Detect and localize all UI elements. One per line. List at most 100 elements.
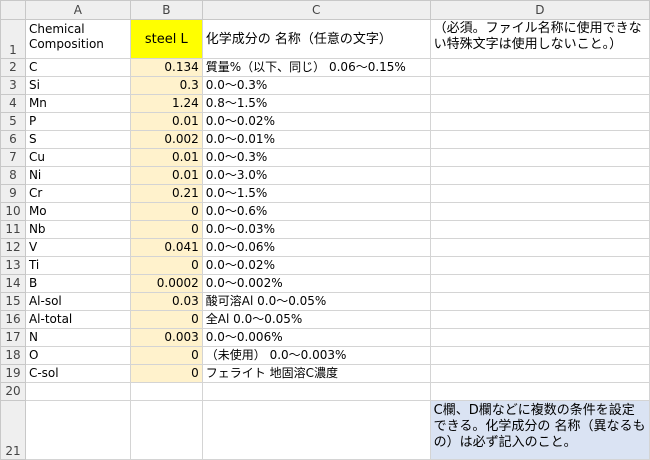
- cell-value[interactable]: 0.041: [129, 238, 203, 257]
- cell-value[interactable]: 0.03: [129, 292, 203, 311]
- cell-range[interactable]: 全Al 0.0〜0.05%: [201, 310, 431, 329]
- cell-element[interactable]: C: [24, 58, 131, 77]
- cell-element[interactable]: Nb: [24, 220, 131, 239]
- cell-empty[interactable]: [129, 400, 203, 460]
- cell-range[interactable]: 0.0〜0.02%: [201, 256, 431, 275]
- cell-value[interactable]: 0.01: [129, 148, 203, 167]
- cell-element[interactable]: Al-total: [24, 310, 131, 329]
- cell-d1[interactable]: （必須。ファイル名称に使用できない特殊文字は使用しないこと。）: [429, 19, 650, 59]
- cell-value[interactable]: 0: [129, 364, 203, 383]
- row-header[interactable]: 3: [0, 76, 26, 95]
- cell-value[interactable]: 0.01: [129, 166, 203, 185]
- cell-empty[interactable]: [429, 238, 650, 257]
- row-header[interactable]: 2: [0, 58, 26, 77]
- cell-element[interactable]: B: [24, 274, 131, 293]
- cell-range[interactable]: 質量%（以下、同じ） 0.06〜0.15%: [201, 58, 431, 77]
- cell-range[interactable]: 0.0〜3.0%: [201, 166, 431, 185]
- cell-range[interactable]: 0.0〜0.3%: [201, 76, 431, 95]
- cell-value[interactable]: 0.0002: [129, 274, 203, 293]
- row-header[interactable]: 7: [0, 148, 26, 167]
- row-header[interactable]: 10: [0, 202, 26, 221]
- cell-empty[interactable]: [201, 400, 431, 460]
- cell-range[interactable]: 0.0〜0.03%: [201, 220, 431, 239]
- cell-range[interactable]: 0.0〜0.3%: [201, 148, 431, 167]
- select-all-corner[interactable]: [0, 0, 26, 20]
- row-header[interactable]: 19: [0, 364, 26, 383]
- cell-d21-note[interactable]: C欄、D欄などに複数の条件を設定できる。化学成分の 名称（異なるもの）は必ず記入…: [429, 400, 650, 460]
- cell-value[interactable]: 0.003: [129, 328, 203, 347]
- cell-value[interactable]: 0: [129, 220, 203, 239]
- row-header[interactable]: 16: [0, 310, 26, 329]
- row-header[interactable]: 20: [0, 382, 26, 401]
- cell-element[interactable]: Cu: [24, 148, 131, 167]
- cell-range[interactable]: 0.0〜0.006%: [201, 328, 431, 347]
- cell-value[interactable]: 0: [129, 346, 203, 365]
- cell-element[interactable]: C-sol: [24, 364, 131, 383]
- row-header[interactable]: 14: [0, 274, 26, 293]
- cell-empty[interactable]: [429, 382, 650, 401]
- cell-empty[interactable]: [429, 256, 650, 275]
- column-header-b[interactable]: B: [129, 0, 203, 20]
- row-header[interactable]: 17: [0, 328, 26, 347]
- row-header[interactable]: 21: [0, 400, 26, 460]
- cell-value[interactable]: 0: [129, 310, 203, 329]
- column-header-a[interactable]: A: [24, 0, 131, 20]
- row-header[interactable]: 4: [0, 94, 26, 113]
- cell-element[interactable]: Si: [24, 76, 131, 95]
- cell-b1[interactable]: steel L: [129, 19, 203, 59]
- cell-empty[interactable]: [429, 310, 650, 329]
- row-header[interactable]: 11: [0, 220, 26, 239]
- cell-element[interactable]: Mo: [24, 202, 131, 221]
- cell-value[interactable]: 0.01: [129, 112, 203, 131]
- cell-element[interactable]: P: [24, 112, 131, 131]
- cell-element[interactable]: Cr: [24, 184, 131, 203]
- cell-range[interactable]: 0.0〜0.06%: [201, 238, 431, 257]
- cell-empty[interactable]: [429, 346, 650, 365]
- cell-empty[interactable]: [201, 382, 431, 401]
- column-header-c[interactable]: C: [201, 0, 431, 20]
- cell-value[interactable]: 0.3: [129, 76, 203, 95]
- cell-empty[interactable]: [429, 220, 650, 239]
- cell-empty[interactable]: [429, 364, 650, 383]
- row-header[interactable]: 13: [0, 256, 26, 275]
- row-header[interactable]: 12: [0, 238, 26, 257]
- cell-range[interactable]: 0.0〜0.002%: [201, 274, 431, 293]
- cell-empty[interactable]: [429, 202, 650, 221]
- cell-value[interactable]: 0.21: [129, 184, 203, 203]
- cell-range[interactable]: フェライト 地固溶C濃度: [201, 364, 431, 383]
- cell-empty[interactable]: [429, 328, 650, 347]
- cell-a1[interactable]: Chemical Composition: [24, 19, 131, 59]
- cell-empty[interactable]: [429, 292, 650, 311]
- cell-empty[interactable]: [429, 130, 650, 149]
- row-header[interactable]: 6: [0, 130, 26, 149]
- row-header[interactable]: 9: [0, 184, 26, 203]
- row-header[interactable]: 5: [0, 112, 26, 131]
- cell-range[interactable]: 酸可溶Al 0.0〜0.05%: [201, 292, 431, 311]
- cell-empty[interactable]: [429, 94, 650, 113]
- cell-value[interactable]: 1.24: [129, 94, 203, 113]
- cell-element[interactable]: Ti: [24, 256, 131, 275]
- cell-element[interactable]: Al-sol: [24, 292, 131, 311]
- column-header-d[interactable]: D: [429, 0, 650, 20]
- cell-element[interactable]: Ni: [24, 166, 131, 185]
- cell-element[interactable]: S: [24, 130, 131, 149]
- cell-range[interactable]: 0.0〜0.02%: [201, 112, 431, 131]
- cell-value[interactable]: 0.134: [129, 58, 203, 77]
- cell-empty[interactable]: [429, 76, 650, 95]
- cell-element[interactable]: N: [24, 328, 131, 347]
- cell-empty[interactable]: [24, 382, 131, 401]
- cell-empty[interactable]: [429, 58, 650, 77]
- cell-range[interactable]: 0.0〜0.01%: [201, 130, 431, 149]
- cell-empty[interactable]: [129, 382, 203, 401]
- cell-value[interactable]: 0.002: [129, 130, 203, 149]
- cell-range[interactable]: 0.0〜1.5%: [201, 184, 431, 203]
- cell-empty[interactable]: [24, 400, 131, 460]
- cell-empty[interactable]: [429, 148, 650, 167]
- cell-c1[interactable]: 化学成分の 名称（任意の文字）: [201, 19, 431, 59]
- cell-range[interactable]: 0.0〜0.6%: [201, 202, 431, 221]
- cell-range[interactable]: （未使用） 0.0〜0.003%: [201, 346, 431, 365]
- cell-value[interactable]: 0: [129, 202, 203, 221]
- row-header[interactable]: 15: [0, 292, 26, 311]
- cell-empty[interactable]: [429, 112, 650, 131]
- cell-empty[interactable]: [429, 184, 650, 203]
